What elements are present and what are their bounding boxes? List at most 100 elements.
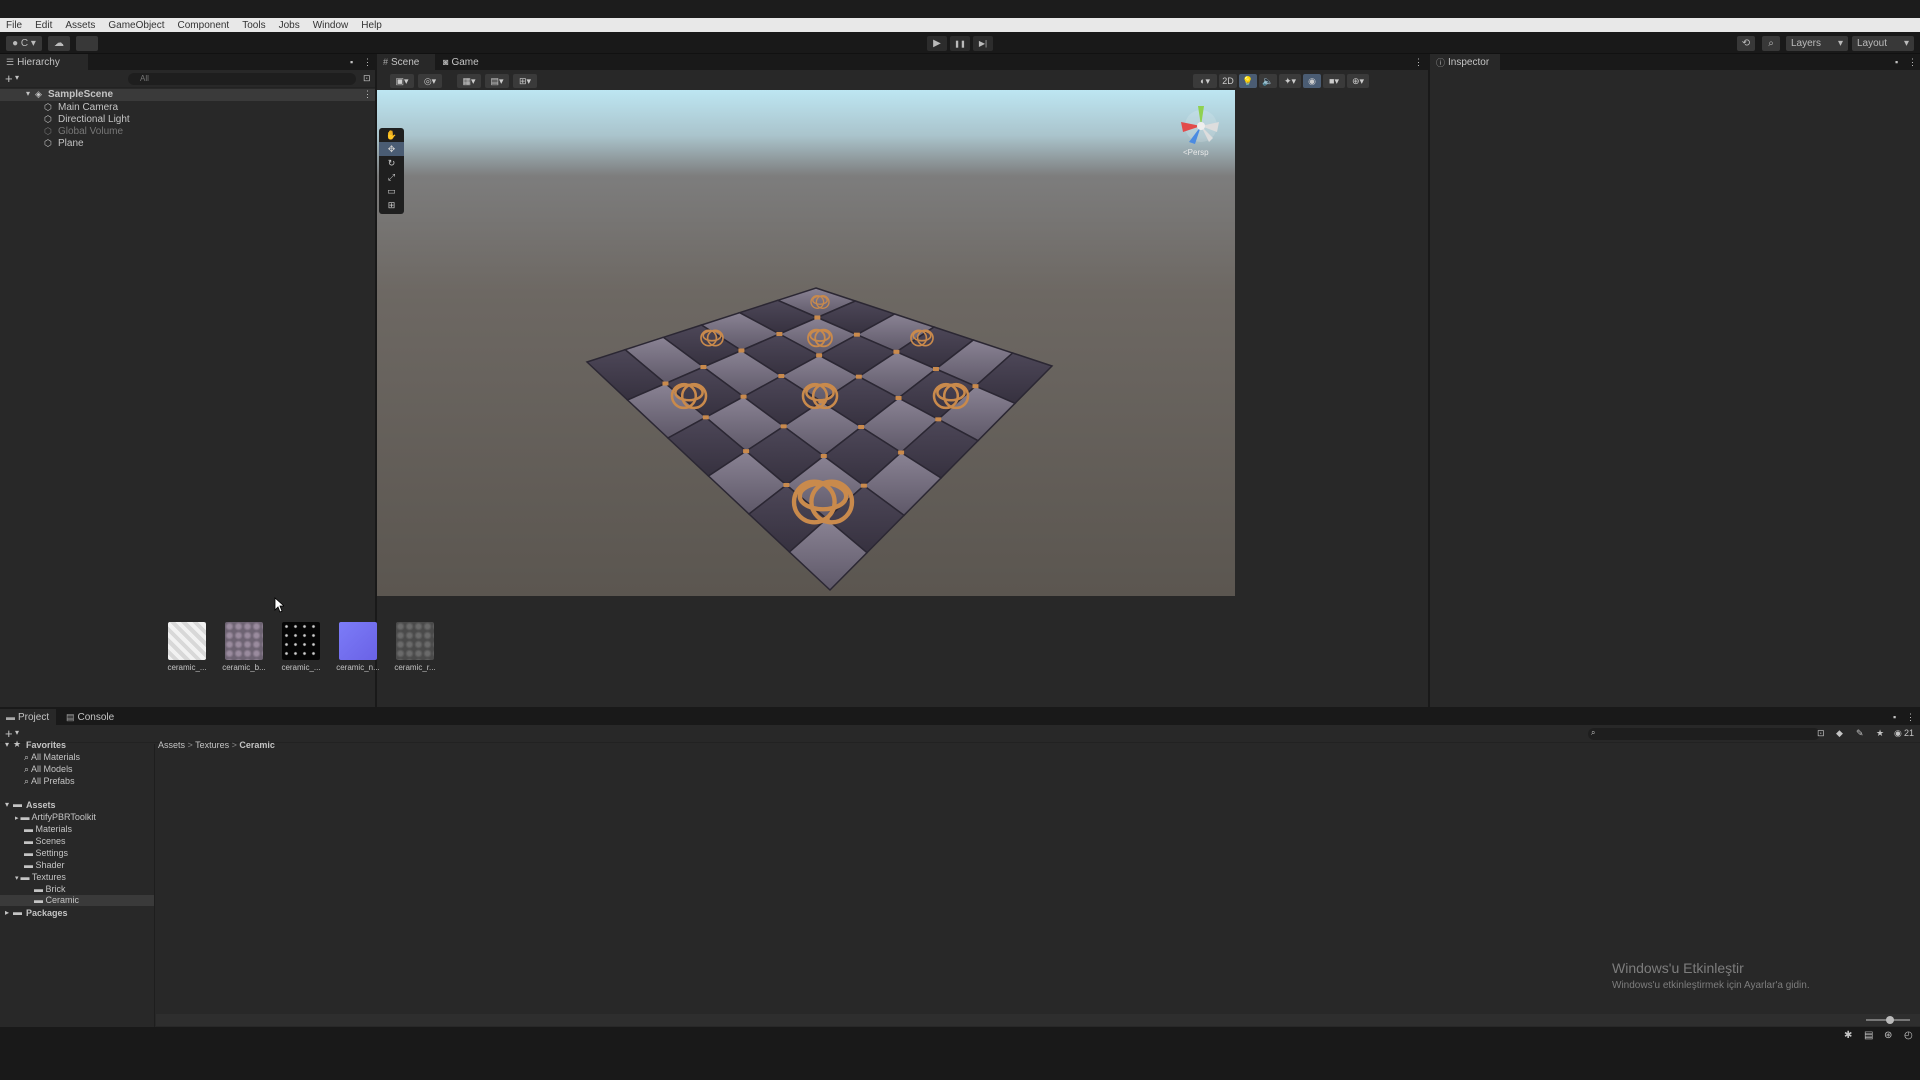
more-icon[interactable]: ⋮ (363, 57, 372, 68)
filter-label-icon[interactable]: ◆ (1836, 728, 1843, 739)
tab-inspector[interactable]: ⓘ Inspector (1430, 54, 1500, 70)
persp-label[interactable]: <Persp (1183, 148, 1209, 157)
hierarchy-search-input[interactable]: All (128, 73, 356, 85)
effects-toggle[interactable]: ✦▾ (1279, 74, 1301, 88)
project-search-input[interactable]: ⌕ (1588, 728, 1820, 740)
tab-scene[interactable]: # Scene (377, 54, 435, 70)
audio-toggle[interactable]: 🔈 (1259, 74, 1277, 88)
2d-toggle[interactable]: 2D (1219, 74, 1237, 88)
folder-brick[interactable]: ▬ Brick (34, 884, 66, 894)
step-button[interactable]: ▶| (973, 36, 993, 51)
render-mode-button[interactable]: ◐▾ (1193, 74, 1217, 88)
expand-icon[interactable]: ▾ (5, 800, 9, 809)
move-tool-icon[interactable]: ✥ (379, 142, 404, 156)
tab-project[interactable]: ▬ Project (0, 709, 56, 725)
progress-icon[interactable]: ◴ (1904, 1030, 1913, 1041)
folder-shader[interactable]: ▬ Shader (24, 860, 65, 870)
more-icon[interactable]: ⋮ (363, 89, 372, 100)
hierarchy-item-global-volume[interactable]: ⬡ Global Volume (0, 126, 375, 138)
scene-viewport[interactable]: <Persp ✋ ✥ ↻ ⤢ ▭ ⊞ (377, 90, 1235, 596)
lighting-toggle[interactable]: 💡 (1239, 74, 1257, 88)
favorite-all-prefabs[interactable]: ⌕ All Prefabs (24, 776, 75, 787)
breadcrumb-assets[interactable]: Assets (158, 740, 185, 750)
layers-dropdown[interactable]: Layers ▾ (1786, 36, 1848, 51)
cloud-button[interactable]: ☁ (48, 36, 70, 51)
tile-corner-stud (893, 349, 900, 354)
asset-thumb-4[interactable] (396, 622, 434, 660)
lock-icon[interactable]: ▪ (1893, 712, 1896, 722)
pause-button[interactable]: ❚❚ (950, 36, 970, 51)
grid-snap-button[interactable]: ▦▾ (457, 74, 481, 88)
rect-tool-icon[interactable]: ▭ (379, 184, 404, 198)
snap-increment-button[interactable]: ▤▾ (485, 74, 509, 88)
menu-tools[interactable]: Tools (242, 20, 265, 31)
camera-settings-button[interactable]: ■▾ (1323, 74, 1345, 88)
transform-tool-icon[interactable]: ⊞ (379, 198, 404, 212)
menu-edit[interactable]: Edit (35, 20, 52, 31)
menu-assets[interactable]: Assets (65, 20, 95, 31)
folder-textures[interactable]: ▾ ▬ Textures (15, 872, 66, 882)
filter-icon[interactable]: ⊡ (363, 73, 371, 84)
asset-thumb-2[interactable] (282, 622, 320, 660)
menu-window[interactable]: Window (313, 20, 349, 31)
tag-icon[interactable]: ✎ (1856, 728, 1864, 739)
play-button[interactable]: ▶ (927, 36, 947, 51)
star-icon[interactable]: ★ (1876, 728, 1884, 739)
hierarchy-item-directional-light[interactable]: ⬡ Directional Light (0, 114, 375, 126)
expand-icon[interactable]: ▾ (5, 740, 9, 749)
pivot-button[interactable]: ◎▾ (418, 74, 442, 88)
folder-materials[interactable]: ▬ Materials (24, 824, 72, 834)
menu-jobs[interactable]: Jobs (279, 20, 300, 31)
filter-type-icon[interactable]: ⊡ (1817, 728, 1825, 739)
menu-file[interactable]: File (6, 20, 22, 31)
assets-root[interactable]: Assets (26, 800, 56, 810)
ruler-button[interactable]: ⊞▾ (513, 74, 537, 88)
hidden-count[interactable]: 21 (1904, 728, 1914, 738)
add-icon[interactable]: + (5, 71, 13, 86)
tab-game[interactable]: ◙ Game (437, 54, 487, 70)
rotate-tool-icon[interactable]: ↻ (379, 156, 404, 170)
lock-icon[interactable]: ▪ (350, 57, 353, 67)
asset-thumb-1[interactable] (225, 622, 263, 660)
scene-row[interactable]: ▾ ◈ SampleScene ⋮ (0, 89, 375, 101)
stack-icon[interactable]: ▤ (1864, 1030, 1873, 1041)
hierarchy-item-main-camera[interactable]: ⬡ Main Camera (0, 102, 375, 114)
add-icon[interactable]: + (5, 726, 13, 741)
favorites-label[interactable]: Favorites (26, 740, 66, 750)
gizmos-button[interactable]: ⊕▾ (1347, 74, 1369, 88)
expand-icon[interactable]: ▾ (26, 89, 30, 98)
draw-mode-button[interactable]: ▣▾ (390, 74, 414, 88)
thumbnail-size-slider-handle[interactable] (1886, 1016, 1894, 1024)
folder-artifypbrtoolkit[interactable]: ▸ ▬ ArtifyPBRToolkit (15, 812, 96, 822)
hand-tool-icon[interactable]: ✋ (379, 128, 404, 142)
menu-help[interactable]: Help (361, 20, 382, 31)
folder-settings[interactable]: ▬ Settings (24, 848, 68, 858)
history-button[interactable]: ⟲ (1737, 36, 1755, 51)
hidden-objects-toggle[interactable]: ◉ (1303, 74, 1321, 88)
more-icon[interactable]: ⋮ (1908, 57, 1917, 68)
layout-dropdown[interactable]: Layout ▾ (1852, 36, 1914, 51)
tab-console[interactable]: ▤ Console (60, 709, 122, 725)
account-button[interactable]: ● C ▾ (6, 36, 42, 51)
breadcrumb-textures[interactable]: Textures (195, 740, 229, 750)
hierarchy-item-plane[interactable]: ⬡ Plane (0, 138, 375, 150)
bug-icon[interactable]: ✱ (1844, 1030, 1852, 1041)
more-icon[interactable]: ⋮ (1906, 712, 1915, 723)
collab-button[interactable] (76, 36, 98, 51)
asset-thumb-0[interactable] (168, 622, 206, 660)
network-icon[interactable]: ⊛ (1884, 1030, 1892, 1041)
folder-scenes[interactable]: ▬ Scenes (24, 836, 66, 846)
menu-component[interactable]: Component (178, 20, 230, 31)
scale-tool-icon[interactable]: ⤢ (379, 170, 404, 184)
favorite-all-models[interactable]: ⌕ All Models (24, 764, 73, 775)
packages-root[interactable]: Packages (26, 908, 68, 918)
folder-ceramic[interactable]: ▬ Ceramic (0, 895, 154, 906)
favorite-all-materials[interactable]: ⌕ All Materials (24, 752, 80, 763)
search-button[interactable]: ⌕ (1762, 36, 1780, 51)
asset-thumb-3[interactable] (339, 622, 377, 660)
expand-icon[interactable]: ▸ (5, 908, 9, 917)
lock-icon[interactable]: ▪ (1895, 57, 1898, 67)
tab-hierarchy[interactable]: ☰ Hierarchy (0, 54, 88, 70)
more-icon[interactable]: ⋮ (1414, 57, 1423, 68)
menu-gameobject[interactable]: GameObject (108, 20, 164, 31)
